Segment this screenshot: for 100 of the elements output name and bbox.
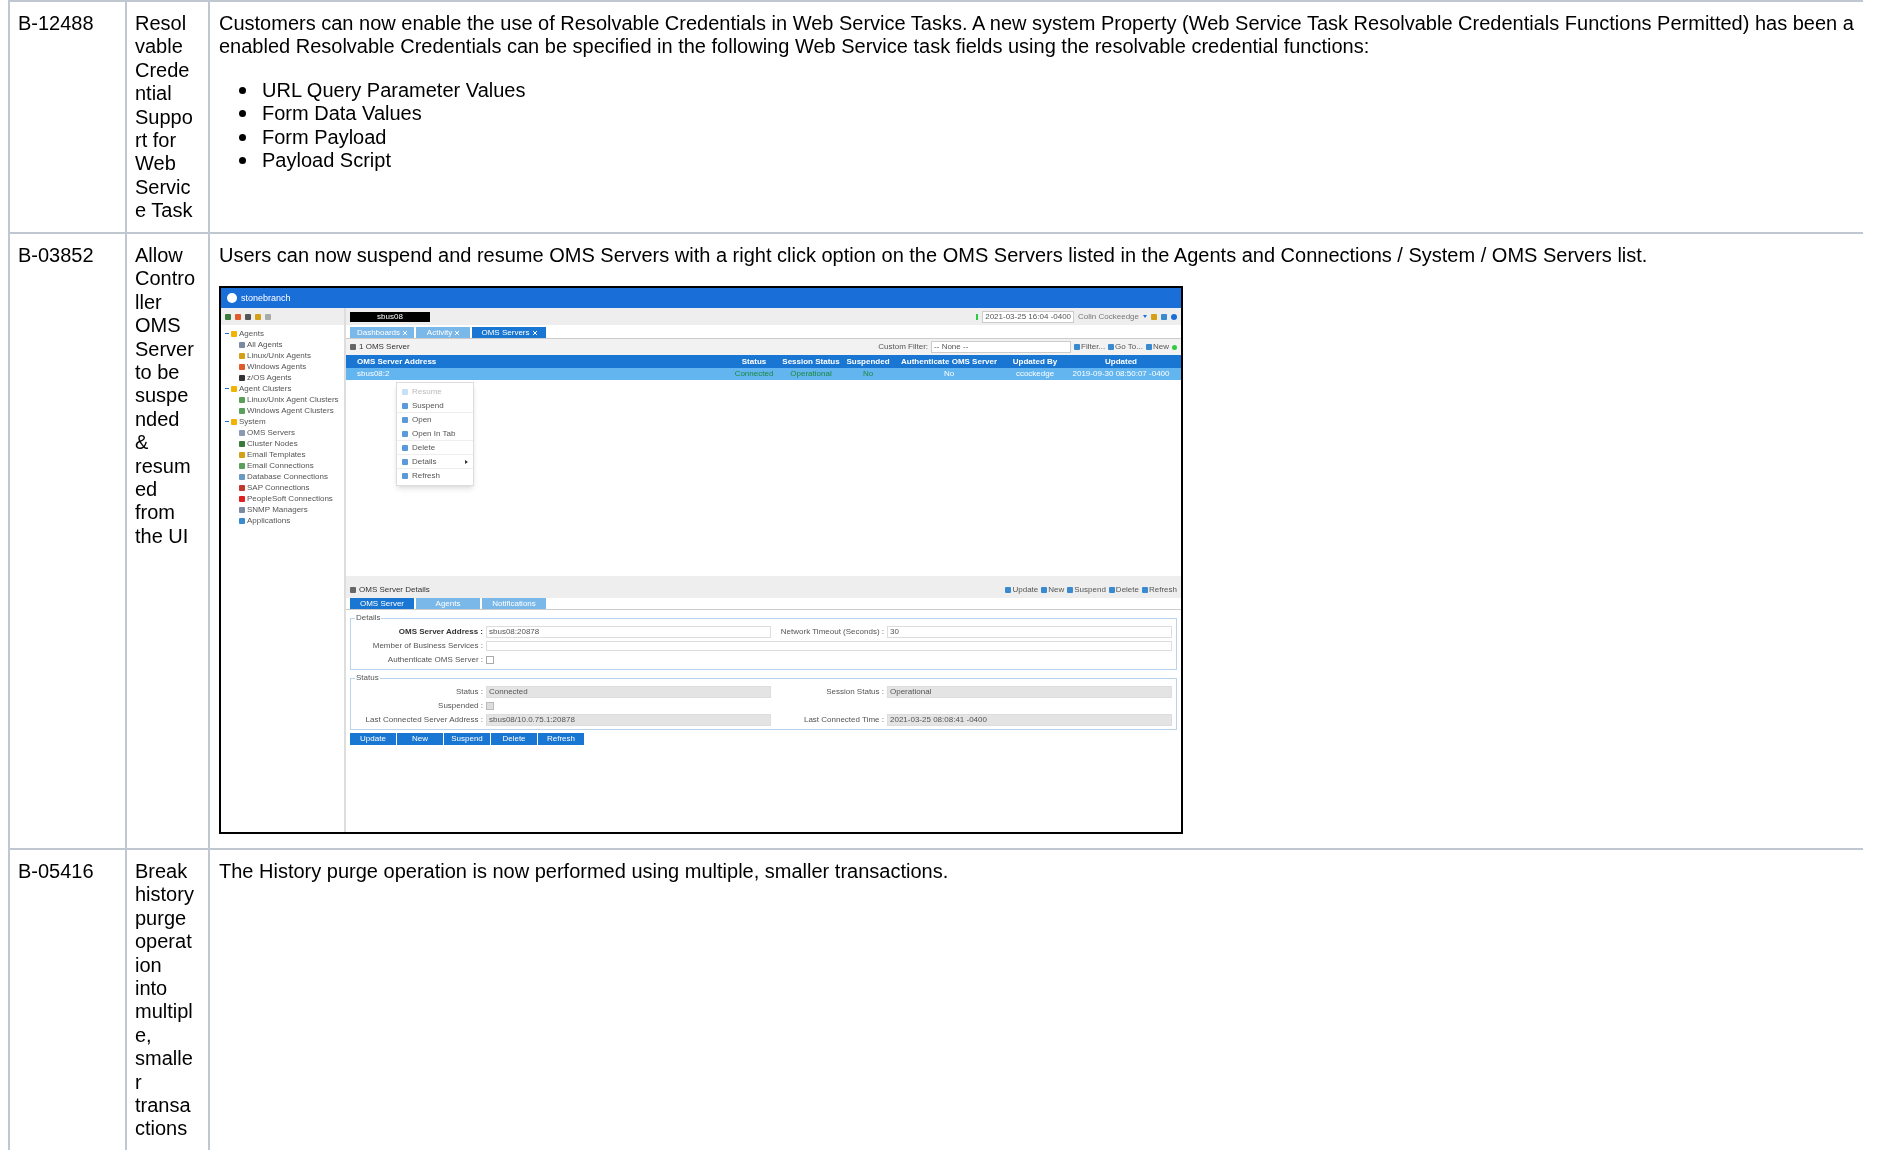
menu-item-icon [402,473,408,480]
text-field[interactable]: 30 [887,625,1172,638]
tree-item[interactable]: Linux/Unix Agents [247,350,312,361]
user-menu[interactable]: Colin Cockeedge [1078,311,1139,322]
grid-cell-text: sbus08:2 [357,369,391,380]
menu-item[interactable]: Details [397,455,473,470]
tree-item[interactable]: Windows Agent Clusters [247,405,334,416]
text-field[interactable]: Operational [887,685,1172,698]
tree-item[interactable]: Applications [247,515,291,526]
column-header[interactable]: Authenticate OMS Server [893,356,1005,367]
column-header[interactable]: Suspended [843,356,893,367]
tree-item[interactable]: Database Connections [247,471,328,482]
toolbar-action[interactable]: Update [1012,585,1039,596]
tree-item[interactable]: Email Connections [247,460,314,471]
tree-item[interactable]: Linux/Unix Agent Clusters [247,394,339,405]
tree-item[interactable]: SNMP Managers [247,504,308,515]
column-header[interactable]: OMS Server Address [357,356,729,367]
menu-item[interactable]: Open In Tab [397,427,473,442]
description-text: Customers can now enable the use of Resolvable Credentials in Web Service Tasks. A new system Property (Web Service Task Resolvable Credentials Functions Permitted) has been a [219,12,1854,36]
issue-summary: Break history purge operation into multiple, smaller transactions [135,860,195,1141]
close-icon[interactable] [532,330,537,335]
toolbar-icon [1146,344,1152,351]
toolbar-icon [1108,587,1115,594]
folder-icon [231,330,237,337]
field-label: Last Connected Time : [802,714,884,725]
tree-item[interactable]: Windows Agents [247,361,307,372]
toolbar-icon [1108,344,1115,351]
tree-item[interactable]: Agents [239,328,264,339]
status-indicator-icon [976,313,979,320]
toolbar-action[interactable]: Filter... [1081,342,1106,353]
field-label: Member of Business Services : [371,640,483,651]
field-label: Network Timeout (Seconds) : [779,626,884,637]
toolbar-action[interactable]: Refresh [1149,585,1177,596]
close-icon[interactable] [403,330,408,335]
caret-icon [1143,315,1147,319]
tree-item[interactable]: PeopleSoft Connections [247,493,333,504]
bullet-icon [239,110,246,118]
column-header[interactable]: Session Status [779,356,843,367]
issue-id: B-05416 [18,860,94,882]
tree-item[interactable]: All Agents [247,339,283,350]
menu-item[interactable]: Suspend [397,399,473,414]
grid-cell-text: No [861,369,875,380]
tree-item[interactable]: OMS Servers [247,427,295,438]
tree-item[interactable]: Email Templates [247,449,306,460]
refresh-icon [1172,344,1177,350]
submenu-arrow-icon [465,459,468,464]
menu-item[interactable]: Delete [397,441,473,456]
text-field[interactable]: 2021-03-25 08:08:41 -0400 [887,713,1172,726]
folder-icon [231,418,237,425]
filter-dropdown[interactable]: -- None -- [931,341,1072,354]
column-header[interactable]: Updated By [1005,356,1065,367]
grid-cell-text: Operational [789,369,833,380]
bullet-text: Payload Script [262,149,391,173]
panel-title: OMS Server Details [359,585,430,596]
toolbar-icon [1005,587,1012,594]
form-button[interactable]: Refresh [538,733,584,746]
tree-item[interactable]: System [239,416,266,427]
menu-item[interactable]: Open [397,413,473,428]
toolbar-icon [1074,344,1081,351]
filter-label: Custom Filter: [878,342,929,353]
grid-cell-text: Connected [733,369,775,380]
toolbar-action[interactable]: New [1048,585,1065,596]
menu-item[interactable]: Refresh [397,469,473,484]
tree-item[interactable]: Agent Clusters [239,383,292,394]
description-text: enabled Resolvable Credentials can be specified in the following Web Service task fields using the resolvable credential functions: [219,35,1370,59]
folder-icon [231,385,237,392]
checkbox[interactable] [486,655,494,664]
column-header[interactable]: Updated [1065,356,1177,367]
form-button[interactable]: Suspend [444,733,490,746]
tree-item[interactable]: SAP Connections [247,482,310,493]
grid-cell-text: 2019-09-30 08:50:07 -0400 [1071,369,1171,380]
server-clock: 2021-03-25 16:04 -0400 [982,310,1075,323]
field-label: Authenticate OMS Server : [386,654,483,665]
issue-id: B-12488 [18,12,94,34]
bullet-icon [239,87,246,94]
toolbar-action[interactable]: Suspend [1074,585,1106,596]
text-field[interactable]: sbus08/10.0.75.1:20878 [486,713,771,726]
tree-item[interactable]: z/OS Agents [247,372,292,383]
field-label: Last Connected Server Address : [364,714,483,725]
tab[interactable]: OMS Server [350,598,414,610]
form-button[interactable]: New [397,733,443,746]
bullet-icon [239,133,246,141]
text-field[interactable]: Connected [486,685,771,698]
help-icon [1171,313,1177,320]
server-icon [350,587,356,594]
server-icon [350,344,356,351]
toolbar-action[interactable]: New [1153,342,1169,353]
tree-item[interactable]: Cluster Nodes [247,438,298,449]
form-button[interactable]: Update [350,733,396,746]
brand-name: stonebranch [241,292,291,304]
close-icon[interactable] [455,330,460,335]
toolbar-icon [1067,587,1074,594]
select-field[interactable] [486,640,1172,651]
tab[interactable]: OMS Servers [472,327,546,339]
text-field[interactable]: sbus08:20878 [486,625,771,638]
toolbar-action[interactable]: Delete [1115,585,1139,596]
form-button[interactable]: Delete [491,733,537,746]
toolbar-action[interactable]: Go To... [1115,342,1143,353]
instance-name: sbus08 [350,311,430,322]
column-header[interactable]: Status [729,356,779,367]
